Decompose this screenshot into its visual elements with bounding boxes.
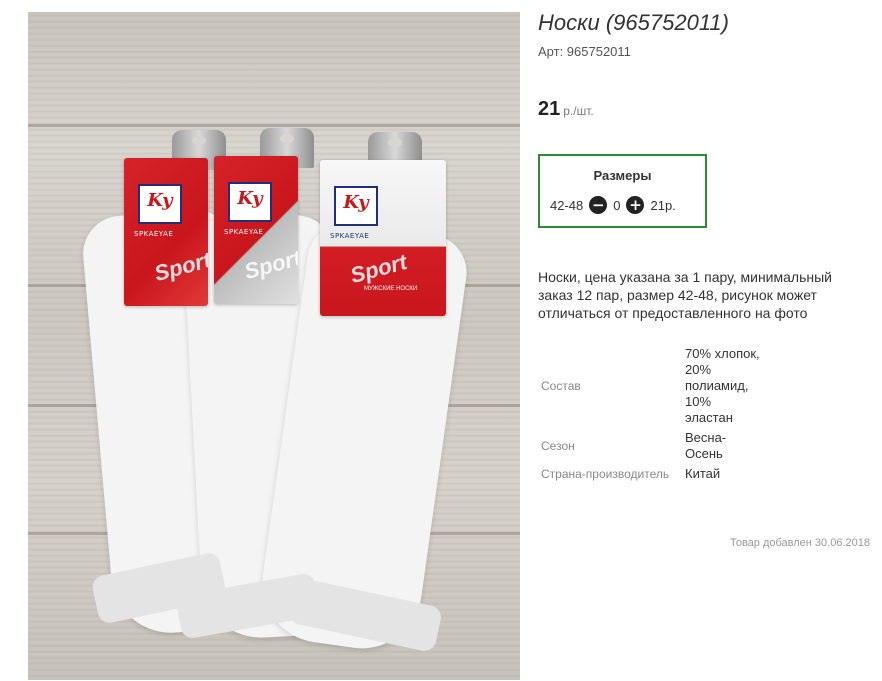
sport-print: Sport	[241, 245, 298, 285]
sizes-title: Размеры	[593, 168, 652, 183]
plank-gap	[28, 124, 520, 127]
product-tag: Ky SPKAEYAE Sport	[214, 156, 298, 304]
price-value: 21	[538, 98, 561, 120]
property-value: Китай	[685, 466, 721, 481]
brand-name: SPKAEYAE	[134, 230, 174, 238]
size-row: 42-48 − 0 + 21р.	[550, 196, 676, 214]
quantity-value[interactable]: 0	[613, 198, 620, 213]
product-title: Носки (965752011)	[538, 10, 729, 35]
product-tag: Ky SPKAEYAE Sport	[124, 158, 208, 306]
property-row: Состав 70% хлопок, 20% полиамид, 10% эла…	[538, 344, 761, 428]
brand-name: SPKAEYAE	[224, 228, 264, 236]
price-unit: р./шт.	[563, 104, 594, 118]
brand-logo: Ky	[228, 182, 272, 222]
property-name: Страна-производитель	[541, 467, 670, 481]
property-value: Весна-Осень	[685, 430, 727, 461]
property-row: Сезон Весна-Осень	[538, 428, 761, 464]
property-name: Состав	[541, 379, 581, 393]
property-value: 70% хлопок, 20% полиамид, 10% эластан	[685, 346, 760, 425]
size-label: 42-48	[550, 197, 584, 213]
sport-print: Sport	[151, 247, 208, 287]
minus-circle-icon[interactable]: −	[589, 196, 608, 214]
brand-logo: Ky	[334, 186, 378, 226]
product-price: 21 р./шт.	[538, 98, 594, 121]
size-price: 21р.	[650, 197, 676, 213]
property-row: Страна-производитель Китай	[538, 464, 761, 484]
product-description: Носки, цена указана за 1 пару, минимальн…	[538, 269, 832, 321]
sport-print: Sport	[347, 249, 410, 289]
brand-name: SPKAEYAE	[330, 232, 370, 240]
sizes-panel: Размеры 42-48 − 0 + 21р.	[538, 154, 707, 228]
added-date: Товар добавлен 30.06.2018	[729, 537, 870, 549]
product-photo[interactable]: Ky SPKAEYAE Sport Ky SPKAEYAE Sport Ky S…	[28, 12, 520, 680]
properties-table: Состав 70% хлопок, 20% полиамид, 10% эла…	[538, 344, 761, 484]
tag-text: МУЖСКИЕ НОСКИ	[364, 286, 418, 292]
plus-circle-icon[interactable]: +	[626, 196, 645, 214]
brand-logo: Ky	[138, 184, 182, 224]
property-name: Сезон	[541, 439, 575, 453]
product-sku: Арт: 965752011	[538, 44, 631, 59]
product-tag: Ky SPKAEYAE Sport МУЖСКИЕ НОСКИ	[320, 160, 446, 316]
